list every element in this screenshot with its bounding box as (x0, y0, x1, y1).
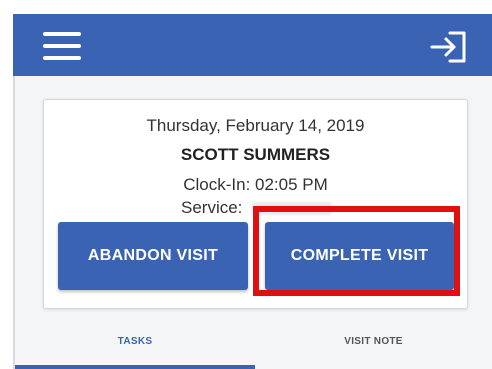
client-name: SCOTT SUMMERS (180, 145, 331, 164)
hamburger-menu-icon[interactable] (43, 32, 81, 61)
menu-bar (43, 32, 81, 36)
sign-out-icon[interactable] (430, 30, 468, 64)
tab-tasks[interactable]: TASKS (15, 324, 255, 369)
menu-bar (43, 44, 81, 48)
sign-out-icon-graphic (430, 31, 466, 63)
service-label: Service: (181, 198, 243, 217)
tab-bar: TASKS VISIT NOTE (13, 324, 492, 369)
visit-card: Thursday, February 14, 2019 SCOTT SUMMER… (43, 99, 468, 309)
clock-in-time: Clock-In: 02:05 PM (183, 175, 328, 194)
visit-date: Thursday, February 14, 2019 (146, 116, 365, 135)
app-header (13, 14, 492, 76)
menu-bar (43, 56, 81, 60)
service-value-redacted (252, 202, 332, 215)
tab-visit-note[interactable]: VISIT NOTE (255, 324, 492, 369)
abandon-visit-button[interactable]: ABANDON VISIT (58, 222, 248, 290)
complete-visit-button[interactable]: COMPLETE VISIT (265, 222, 454, 290)
active-tab-indicator (15, 365, 255, 369)
